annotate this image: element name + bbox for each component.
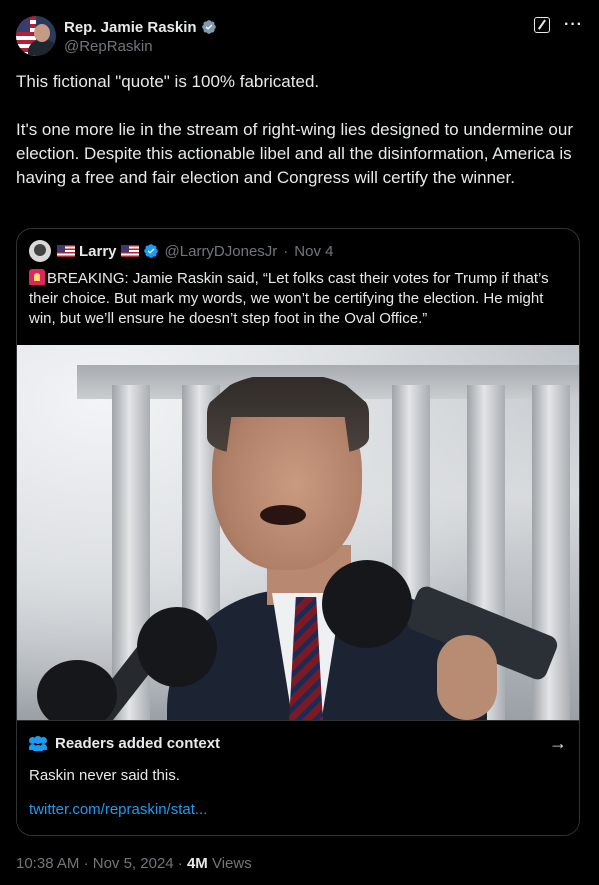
context-title-row: Readers added context [29, 735, 220, 752]
quoted-avatar[interactable] [29, 240, 51, 262]
quoted-text: BREAKING: Jamie Raskin said, “Let folks … [29, 270, 549, 327]
author-handle[interactable]: @RepRaskin [64, 38, 153, 55]
quoted-separator: · [283, 242, 289, 260]
arrow-right-icon[interactable]: → [549, 733, 567, 754]
meta-separator: · [177, 855, 183, 872]
views-count[interactable]: 4M [187, 855, 208, 872]
top-actions: ··· [534, 17, 583, 33]
quoted-date[interactable]: Nov 4 [294, 243, 333, 260]
context-note: Raskin never said this. [29, 767, 180, 784]
author-name-row: Rep. Jamie Raskin [64, 17, 217, 37]
post-date[interactable]: Nov 5, 2024 [93, 855, 174, 872]
more-icon[interactable]: ··· [564, 17, 583, 33]
tweet-post: Rep. Jamie Raskin @RepRaskin ··· This fi… [0, 0, 599, 885]
views-label: Views [211, 855, 252, 872]
author-name[interactable]: Rep. Jamie Raskin [64, 19, 197, 36]
context-title: Readers added context [55, 735, 221, 752]
siren-icon [29, 269, 45, 285]
meta-separator: · [83, 855, 89, 872]
context-link[interactable]: twitter.com/repraskin/stat... [29, 801, 207, 818]
verified-badge-icon [201, 20, 216, 34]
community-notes[interactable]: Readers added context → Raskin never sai… [17, 720, 579, 835]
flag-icon [57, 245, 75, 257]
flag-icon [120, 245, 139, 257]
quoted-name[interactable]: Larry [79, 243, 117, 260]
quoted-handle[interactable]: @LarryDJonesJr [165, 243, 278, 260]
verified-badge-icon [143, 244, 158, 258]
quoted-text-block: BREAKING: Jamie Raskin said, “Let folks … [29, 269, 569, 329]
post-meta: 10:38 AM · Nov 5, 2024 · 4M Views [16, 855, 252, 872]
quoted-header: Larry @LarryDJonesJr · Nov 4 [29, 240, 333, 262]
grok-icon[interactable] [534, 17, 551, 33]
quoted-tweet[interactable]: Larry @LarryDJonesJr · Nov 4 BREAKING: J… [16, 228, 580, 836]
quoted-photo[interactable] [17, 345, 579, 720]
tweet-text: This fictional "quote" is 100% fabricate… [16, 72, 573, 187]
people-icon [29, 735, 47, 751]
post-time[interactable]: 10:38 AM [16, 855, 79, 872]
author-avatar[interactable] [16, 16, 56, 56]
